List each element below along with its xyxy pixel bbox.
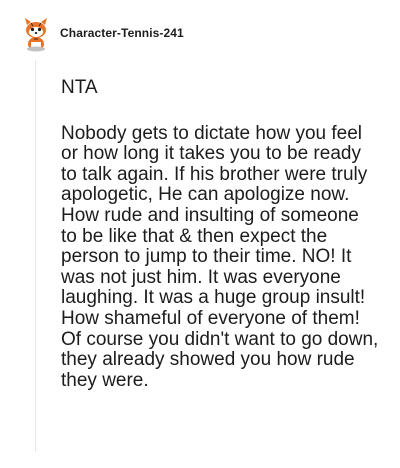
thread-line[interactable]: [35, 60, 36, 452]
comment-verdict: NTA: [61, 77, 98, 98]
comment-body: NTA Nobody gets to dictate how you feel …: [61, 77, 379, 391]
comment-text: Nobody gets to dictate how you feel or h…: [61, 122, 379, 391]
comment-card: Character-Tennis-241 NTA Nobody gets to …: [0, 0, 400, 468]
snoo-avatar-icon[interactable]: [22, 16, 50, 52]
comment-header: Character-Tennis-241: [22, 14, 184, 54]
comment-author[interactable]: Character-Tennis-241: [60, 26, 184, 40]
